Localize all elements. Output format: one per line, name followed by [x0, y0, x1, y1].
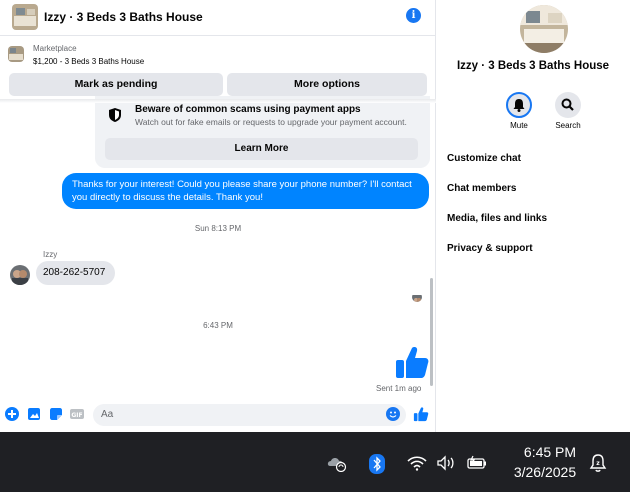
volume-icon[interactable] [436, 454, 458, 472]
message-composer: GIF Aa [0, 400, 436, 430]
shield-icon [109, 108, 121, 122]
menu-privacy-support[interactable]: Privacy & support [447, 243, 533, 254]
menu-media-files-links[interactable]: Media, files and links [447, 213, 547, 224]
conversation-details-panel: Izzy · 3 Beds 3 Baths House Mute Search … [436, 0, 630, 432]
mute-button[interactable]: Mute [499, 92, 539, 130]
gif-icon[interactable]: GIF [70, 407, 84, 421]
emoji-icon[interactable] [386, 407, 400, 421]
message-input[interactable]: Aa [93, 404, 406, 426]
outgoing-message[interactable]: Thanks for your interest! Could you plea… [62, 173, 429, 209]
scam-warning-title: Beware of common scams using payment app… [135, 104, 361, 115]
clock-time[interactable]: 6:45 PM [510, 444, 590, 460]
bell-icon [513, 99, 525, 112]
chat-title[interactable]: Izzy · 3 Beds 3 Baths House [44, 10, 203, 24]
header-divider [0, 99, 436, 103]
contact-avatar[interactable] [10, 265, 30, 285]
menu-chat-members[interactable]: Chat members [447, 183, 516, 194]
incoming-message[interactable]: 208-262-5707 [36, 261, 115, 285]
sender-name: Izzy [43, 250, 58, 259]
svg-text:z: z [596, 460, 600, 467]
chat-scrollbar[interactable] [430, 278, 433, 386]
battery-icon[interactable] [466, 454, 488, 472]
scam-warning-description: Watch out for fake emails or requests to… [135, 117, 407, 127]
sticker-icon[interactable] [49, 407, 63, 421]
profile-name: Izzy · 3 Beds 3 Baths House [456, 60, 610, 72]
wifi-icon[interactable] [406, 454, 428, 472]
chat-header: Izzy · 3 Beds 3 Baths House i [0, 0, 436, 36]
search-label: Search [555, 121, 581, 130]
listing-summary: $1,200 - 3 Beds 3 Baths House [33, 57, 145, 66]
scam-warning-card: Beware of common scams using payment app… [95, 96, 430, 168]
message-timestamp-2: 6:43 PM [203, 321, 233, 330]
svg-text:GIF: GIF [71, 412, 82, 419]
listing-thumbnail [8, 46, 24, 62]
chat-window: Izzy · 3 Beds 3 Baths House i Marketplac… [0, 0, 436, 432]
gallery-icon[interactable] [27, 407, 41, 421]
bluetooth-icon[interactable] [369, 454, 385, 474]
sent-status: Sent 1m ago [376, 384, 422, 393]
taskbar: 6:45 PM 3/26/2025 z [0, 432, 630, 492]
like-icon[interactable] [413, 406, 429, 422]
menu-customize-chat[interactable]: Customize chat [447, 153, 521, 164]
onedrive-sync-icon[interactable] [326, 454, 348, 472]
profile-photo[interactable] [520, 5, 568, 53]
message-timestamp: Sun 8:13 PM [194, 224, 242, 233]
read-receipt-avatar [412, 292, 422, 302]
mute-label: Mute [510, 121, 528, 130]
search-button[interactable]: Search [548, 92, 588, 130]
marketplace-banner[interactable]: Marketplace $1,200 - 3 Beds 3 Baths Hous… [0, 38, 436, 70]
more-options-button[interactable]: More options [227, 73, 427, 96]
search-icon [561, 98, 574, 111]
notification-icon[interactable]: z [589, 453, 607, 473]
clock-date[interactable]: 3/26/2025 [505, 464, 585, 480]
info-icon[interactable]: i [406, 8, 421, 23]
listing-avatar[interactable] [12, 4, 38, 30]
thumbs-up-icon[interactable] [394, 344, 430, 380]
learn-more-button[interactable]: Learn More [105, 138, 418, 160]
mark-pending-button[interactable]: Mark as pending [9, 73, 223, 96]
marketplace-label: Marketplace [33, 44, 77, 53]
plus-icon[interactable] [5, 407, 19, 421]
